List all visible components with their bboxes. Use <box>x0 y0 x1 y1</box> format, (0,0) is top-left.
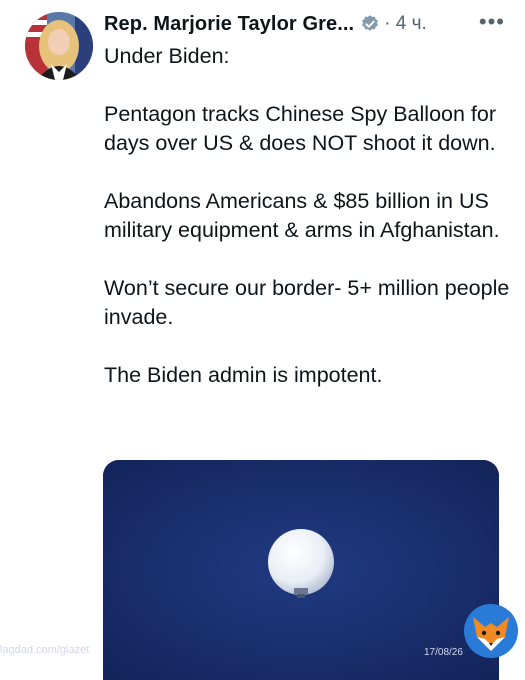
tweet-timestamp[interactable]: · 4 ч. <box>384 13 427 35</box>
date-watermark: 17/08/26 <box>424 647 463 658</box>
author-name[interactable]: Rep. Marjorie Taylor Gre... <box>104 13 354 36</box>
avatar[interactable] <box>25 12 93 80</box>
tweet-line: Pentagon tracks Chinese Spy Balloon for … <box>104 102 497 155</box>
tweet-line: Abandons Americans & $85 billion in US m… <box>104 189 500 242</box>
source-watermark: lagdad.com/glazet <box>0 644 90 656</box>
tweet-line: Under Biden: <box>104 44 230 68</box>
tweet-line: Won’t secure our border- 5+ million peop… <box>104 276 510 329</box>
tweet-header: Rep. Marjorie Taylor Gre... · 4 ч. ••• <box>104 10 505 38</box>
fox-logo-icon <box>463 603 519 659</box>
verified-badge-icon <box>360 14 380 34</box>
balloon-icon <box>268 529 334 595</box>
profile-photo <box>25 12 93 80</box>
tweet-text: Under Biden: Pentagon tracks Chinese Spy… <box>104 42 514 390</box>
more-options-icon[interactable]: ••• <box>479 10 505 34</box>
tweet-line: The Biden admin is impotent. <box>104 363 383 387</box>
